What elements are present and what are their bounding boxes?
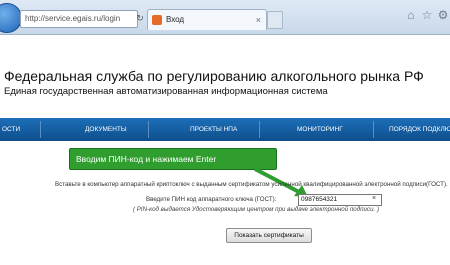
instruction-callout: Вводим ПИН-код и нажимаем Enter <box>69 148 277 170</box>
tab-close-icon[interactable]: × <box>256 10 261 30</box>
nav-item-connection-procedure[interactable]: ПОРЯДОК ПОДКЛЮ <box>389 118 450 141</box>
site-favicon-icon <box>152 15 162 25</box>
instruction-text: Вставьте в компьютер аппаратный криптокл… <box>55 181 448 188</box>
gear-icon[interactable]: ⚙ <box>436 8 450 22</box>
tab-login[interactable]: Вход × <box>147 9 267 30</box>
pin-label: Введите ПИН код аппаратного ключа (ГОСТ)… <box>146 196 277 203</box>
nav-item-draft-acts[interactable]: ПРОЕКТЫ НПА <box>190 118 237 141</box>
nav-item-documents[interactable]: ДОКУМЕНТЫ <box>85 118 127 141</box>
nav-divider <box>373 121 374 138</box>
nav-divider <box>259 121 260 138</box>
new-tab-button[interactable] <box>267 11 283 29</box>
main-nav: ОСТИ ДОКУМЕНТЫ ПРОЕКТЫ НПА МОНИТОРИНГ ПО… <box>0 118 450 141</box>
back-arrow-icon[interactable] <box>0 3 22 33</box>
refresh-icon[interactable]: ↻ <box>134 10 146 26</box>
nav-divider <box>148 121 149 138</box>
browser-toolbar: http://service.egais.ru/login ↻ Вход × ⌂… <box>0 0 450 35</box>
star-icon[interactable]: ☆ <box>420 8 434 22</box>
page-subtitle: Единая государственная автоматизированна… <box>4 86 328 97</box>
show-certificates-button[interactable]: Показать сертификаты <box>226 228 312 243</box>
nav-item-news[interactable]: ОСТИ <box>2 118 20 141</box>
nav-divider <box>40 121 41 138</box>
home-icon[interactable]: ⌂ <box>404 8 418 22</box>
nav-item-monitoring[interactable]: МОНИТОРИНГ <box>297 118 343 141</box>
page-title: Федеральная служба по регулированию алко… <box>4 68 424 84</box>
clear-icon[interactable]: × <box>369 194 379 204</box>
tab-title: Вход <box>166 15 185 24</box>
address-bar[interactable]: http://service.egais.ru/login <box>20 10 138 28</box>
pin-note: ( PIN-код выдается Удостоверяющим центро… <box>133 206 380 213</box>
